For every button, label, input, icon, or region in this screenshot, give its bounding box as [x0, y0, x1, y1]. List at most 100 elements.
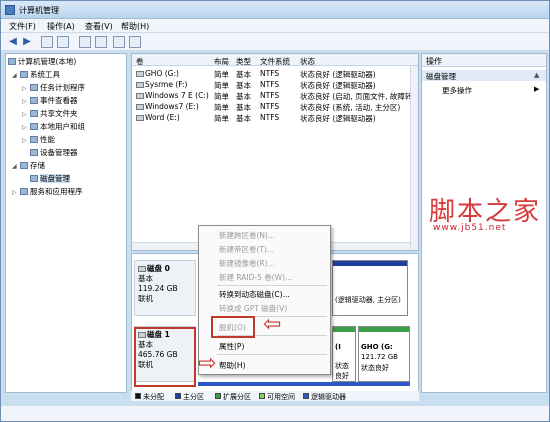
- actions-section-label: 磁盘管理: [426, 72, 456, 81]
- legend-swatch-primary: [175, 393, 181, 399]
- actions-section-disk-management[interactable]: 磁盘管理: [422, 70, 546, 81]
- title-bar[interactable]: 计算机管理: [1, 1, 549, 19]
- table-row[interactable]: Windows 7 E (C:) 简单 基本 NTFS 状态良好 (启动, 页面…: [132, 90, 418, 101]
- menu-bar: 文件(F) 操作(A) 查看(V) 帮助(H): [1, 19, 549, 33]
- logical-drive-bar: [333, 327, 355, 332]
- show-tree-icon[interactable]: [57, 36, 69, 48]
- offline-highlight-box: [211, 316, 255, 338]
- partition-status: 状态良好: [335, 362, 349, 380]
- disk-name: 磁盘 0: [147, 264, 170, 273]
- legend-swatch-free: [259, 393, 265, 399]
- col-status[interactable]: 状态: [300, 56, 315, 67]
- disk-0-partition[interactable]: (逻辑驱动器, 主分区): [332, 260, 408, 316]
- volume-icon: [136, 115, 144, 121]
- col-layout[interactable]: 布局: [214, 56, 229, 67]
- expand-icon[interactable]: ▷: [22, 124, 30, 131]
- table-row[interactable]: Windows7 (E:) 简单 基本 NTFS 状态良好 (系统, 活动, 主…: [132, 101, 418, 112]
- collapse-icon[interactable]: ◢: [12, 163, 20, 170]
- more-actions-link[interactable]: 更多操作: [442, 85, 472, 96]
- menu-file[interactable]: 文件(F): [9, 21, 36, 32]
- partition-status: (逻辑驱动器, 主分区): [335, 296, 401, 304]
- properties-icon[interactable]: [129, 36, 141, 48]
- col-filesystem[interactable]: 文件系统: [260, 56, 290, 67]
- console-icon[interactable]: [95, 36, 107, 48]
- volume-icon: [136, 104, 144, 110]
- table-row[interactable]: Word (E:) 简单 基本 NTFS 状态良好 (逻辑驱动器): [132, 112, 418, 123]
- export-icon[interactable]: [113, 36, 125, 48]
- menu-help[interactable]: 帮助(H): [121, 21, 149, 32]
- col-volume[interactable]: 卷: [136, 56, 144, 67]
- menu-action[interactable]: 操作(A): [47, 21, 75, 32]
- expand-icon[interactable]: ▷: [22, 98, 30, 105]
- tree-item-event-viewer[interactable]: ▷ 事件查看器: [22, 95, 78, 106]
- vertical-scrollbar[interactable]: [410, 66, 418, 250]
- menu-item-new-spanned[interactable]: 新建跨区卷(N)...: [219, 230, 275, 241]
- disk-icon: [30, 175, 38, 182]
- legend-swatch-extended: [215, 393, 221, 399]
- legend-label: 逻辑驱动器: [311, 393, 346, 401]
- window-title: 计算机管理: [19, 6, 59, 15]
- performance-icon: [30, 136, 38, 143]
- volume-fs: NTFS: [260, 80, 280, 89]
- disk-1-partition-gho[interactable]: GHO (G: 121.72 GB 状态良好: [358, 326, 410, 382]
- tree-item-shared-folders[interactable]: ▷ 共享文件夹: [22, 108, 78, 119]
- folder-icon: [30, 110, 38, 117]
- up-folder-icon[interactable]: [41, 36, 53, 48]
- expand-icon[interactable]: ▷: [22, 137, 30, 144]
- computer-icon: [8, 58, 16, 65]
- disk-1-partition-i[interactable]: (I 状态良好: [332, 326, 356, 382]
- table-row[interactable]: GHO (G:) 简单 基本 NTFS 状态良好 (逻辑驱动器): [132, 68, 418, 79]
- menu-item-properties[interactable]: 属性(P): [219, 341, 244, 352]
- back-arrow-icon[interactable]: ◀: [7, 36, 19, 48]
- volume-name: Word (E:): [145, 113, 180, 122]
- menu-item-new-striped[interactable]: 新建带区卷(T)...: [219, 244, 274, 255]
- submenu-arrow-icon[interactable]: ▶: [534, 85, 539, 93]
- clock-icon: [30, 84, 38, 91]
- menu-separator: [217, 354, 327, 355]
- tree-item-device-manager[interactable]: 设备管理器: [22, 147, 78, 158]
- expand-icon[interactable]: ▷: [22, 111, 30, 118]
- menu-view[interactable]: 查看(V): [85, 21, 113, 32]
- forward-arrow-icon[interactable]: ▶: [21, 36, 33, 48]
- tree-item-system-tools[interactable]: ◢ 系统工具: [12, 69, 60, 80]
- volume-list-header: 卷 布局 类型 文件系统 状态: [132, 54, 418, 67]
- navigation-tree: 计算机管理(本地) ◢ 系统工具 ▷ 任务计划程序 ▷ 事件查看器 ▷ 共享文件夹 ▷ 本…: [5, 53, 127, 393]
- tree-item-task-scheduler[interactable]: ▷ 任务计划程序: [22, 82, 85, 93]
- volume-icon: [136, 71, 144, 77]
- table-row[interactable]: Sysrme (F:) 简单 基本 NTFS 状态良好 (逻辑驱动器): [132, 79, 418, 90]
- volume-fs: NTFS: [260, 69, 280, 78]
- disk-status: 联机: [138, 294, 153, 303]
- menu-item-help[interactable]: 帮助(H): [219, 360, 246, 371]
- menu-item-new-raid5[interactable]: 新建 RAID-5 卷(W)...: [219, 272, 292, 283]
- menu-item-new-mirrored[interactable]: 新建镜像卷(R)...: [219, 258, 275, 269]
- disk-0-label[interactable]: 磁盘 0 基本 119.24 GB 联机: [134, 260, 196, 316]
- collapse-arrow-icon[interactable]: ▲: [534, 71, 539, 79]
- tree-root[interactable]: 计算机管理(本地): [8, 56, 76, 67]
- volume-name: Windows 7 E (C:): [145, 91, 209, 100]
- legend-label: 可用空间: [267, 393, 295, 401]
- tools-icon: [20, 71, 28, 78]
- services-icon: [20, 188, 28, 195]
- help-icon[interactable]: [79, 36, 91, 48]
- expand-icon[interactable]: ▷: [12, 189, 20, 196]
- menu-separator: [217, 285, 327, 286]
- volume-fs: NTFS: [260, 102, 280, 111]
- users-icon: [30, 123, 38, 130]
- logical-drive-bar: [359, 327, 409, 332]
- tree-item-performance[interactable]: ▷ 性能: [22, 134, 55, 145]
- col-type[interactable]: 类型: [236, 56, 251, 67]
- expand-icon[interactable]: ▷: [22, 85, 30, 92]
- menu-item-convert-dynamic[interactable]: 转换到动态磁盘(C)...: [219, 289, 290, 300]
- legend-swatch-logical: [303, 393, 309, 399]
- tree-item-storage[interactable]: ◢ 存储: [12, 160, 45, 171]
- volume-status: 状态良好 (逻辑驱动器): [300, 114, 376, 123]
- collapse-icon[interactable]: ◢: [12, 72, 20, 79]
- right-arrow-annotation-icon: ⇨: [198, 351, 217, 376]
- device-icon: [30, 149, 38, 156]
- tree-item-disk-management[interactable]: 磁盘管理: [22, 173, 70, 184]
- disk-legend: 未分配 主分区 扩展分区 可用空间 逻辑驱动器: [131, 391, 419, 401]
- tree-item-services[interactable]: ▷ 服务和应用程序: [12, 186, 83, 197]
- legend-label: 扩展分区: [223, 393, 251, 401]
- tree-item-local-users[interactable]: ▷ 本地用户和组: [22, 121, 85, 132]
- actions-header: 操作: [422, 54, 546, 67]
